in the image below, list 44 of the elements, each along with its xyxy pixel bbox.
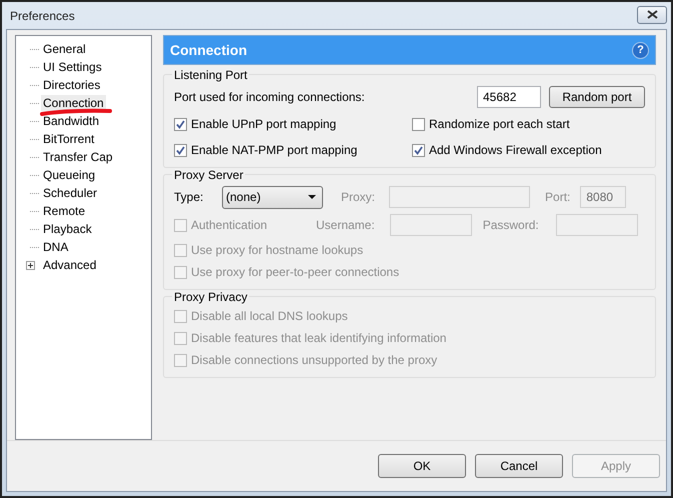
group-title: Proxy Server <box>172 168 246 182</box>
window-title: Preferences <box>9 8 75 22</box>
sidebar-item[interactable]: Remote <box>41 203 88 219</box>
sidebar-item[interactable]: Bandwidth <box>41 113 102 129</box>
sidebar-item[interactable]: Connection <box>41 95 106 111</box>
dialog-button[interactable]: Cancel <box>475 454 563 478</box>
port-label: Port: <box>545 190 570 204</box>
checkbox[interactable] <box>174 144 187 156</box>
password-field[interactable] <box>556 214 638 236</box>
help-button[interactable]: ? <box>632 42 649 58</box>
checkbox-label[interactable]: Add Windows Firewall exception <box>429 143 602 157</box>
dropdown-arrow-icon <box>308 195 316 199</box>
sidebar-item[interactable]: UI Settings <box>41 59 104 75</box>
port-field[interactable]: 45682 <box>477 86 541 108</box>
sidebar-item[interactable]: Advanced <box>41 257 98 273</box>
dialog-button[interactable]: OK <box>378 454 466 478</box>
random-port-button[interactable]: Random port <box>549 86 645 108</box>
checkbox-label[interactable]: Enable UPnP port mapping <box>191 117 336 131</box>
close-button[interactable] <box>637 6 667 24</box>
sidebar-item[interactable]: Queueing <box>41 167 98 183</box>
sidebar-item[interactable]: Directories <box>41 77 102 93</box>
page-title: Connection <box>170 42 247 58</box>
sidebar-item[interactable]: DNA <box>41 239 70 255</box>
password-label: Password: <box>482 218 539 232</box>
type-label: Type: <box>174 190 204 204</box>
proxy-label: Proxy: <box>341 190 376 204</box>
username-label: Username: <box>316 218 375 232</box>
sidebar-item[interactable]: Playback <box>41 221 94 237</box>
sidebar-item[interactable]: Scheduler <box>41 185 100 201</box>
port-label: Port used for incoming connections: <box>174 90 366 104</box>
username-field[interactable] <box>390 214 472 236</box>
sidebar-item[interactable]: BitTorrent <box>41 131 96 147</box>
checkbox[interactable] <box>412 144 425 156</box>
group-title: Proxy Privacy <box>172 290 250 304</box>
checkbox-label[interactable]: Enable NAT-PMP port mapping <box>191 143 358 157</box>
sidebar-item[interactable]: General <box>41 41 88 57</box>
close-icon <box>646 10 658 19</box>
type-dropdown[interactable]: (none) <box>222 186 323 208</box>
checkbox[interactable] <box>412 118 425 130</box>
checkbox[interactable] <box>174 118 187 130</box>
checkbox-label[interactable]: Randomize port each start <box>429 117 570 131</box>
group-title: Listening Port <box>172 68 250 82</box>
expand-icon <box>26 260 35 270</box>
sidebar-item[interactable]: Transfer Cap <box>41 149 115 165</box>
